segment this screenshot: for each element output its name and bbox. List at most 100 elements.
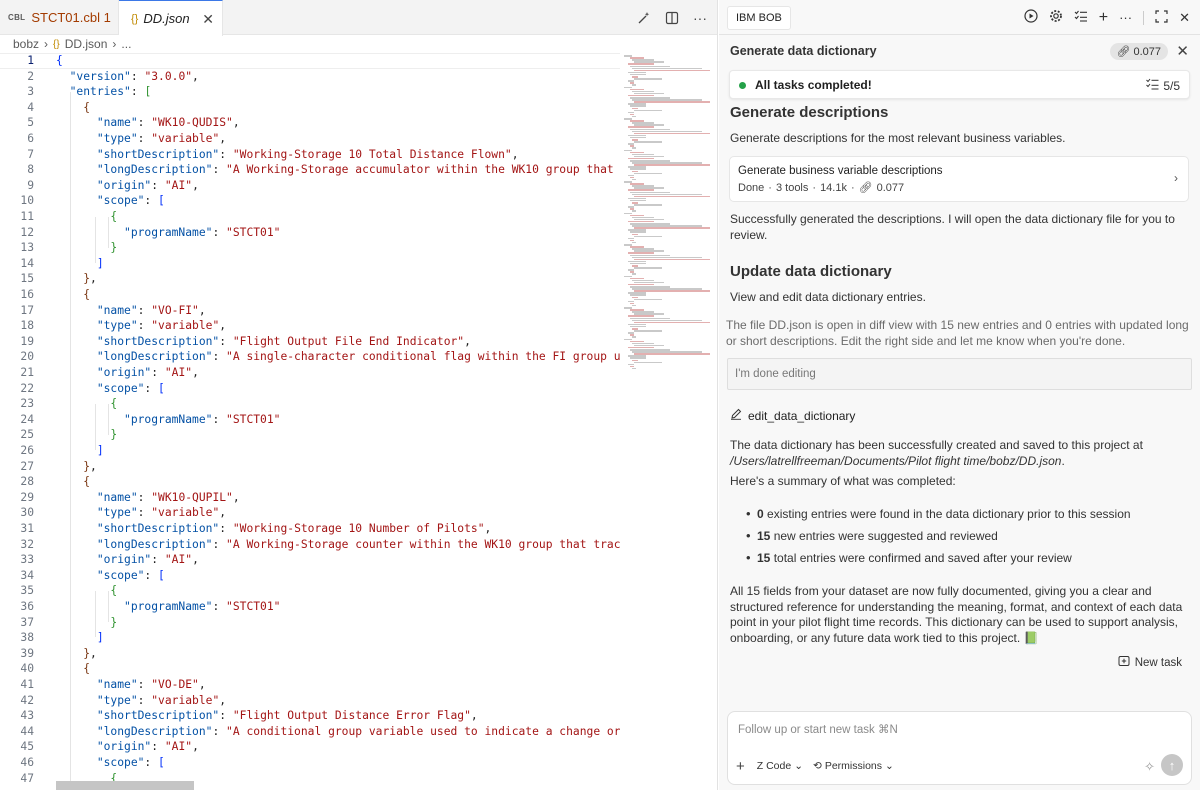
chat-composer[interactable]: Follow up or start new task ⌘N + Z Code … bbox=[727, 711, 1192, 785]
section-title-generate: Generate descriptions bbox=[730, 104, 889, 121]
minimap-line bbox=[634, 141, 662, 143]
close-icon[interactable]: ✕ bbox=[202, 11, 214, 28]
close-task-icon[interactable]: ✕ bbox=[1176, 42, 1189, 60]
code-line: 4 { bbox=[27, 100, 91, 114]
new-task-button[interactable]: New task bbox=[1118, 655, 1182, 670]
breadcrumb-folder[interactable]: bobz bbox=[13, 37, 39, 51]
code-line: 7 "shortDescription": "Working-Storage 1… bbox=[27, 147, 519, 161]
panel-header: IBM BOB + ··· ✕ bbox=[719, 0, 1200, 35]
task-title: Generate data dictionary bbox=[730, 44, 877, 58]
code-line: 36 "programName": "STCT01" bbox=[20, 600, 281, 613]
mode-selector[interactable]: Z Code ⌄ bbox=[757, 760, 803, 772]
code-line: 3 "entries": [ bbox=[27, 85, 152, 99]
code-line: 19 "shortDescription": "Flight Output Fi… bbox=[20, 334, 471, 348]
code-line: 15 }, bbox=[20, 272, 97, 286]
more-actions-icon[interactable]: ··· bbox=[692, 10, 708, 26]
add-context-icon[interactable]: + bbox=[736, 758, 745, 775]
chevron-right-icon: › bbox=[1174, 171, 1178, 185]
code-line: 10 "scope": [ bbox=[20, 194, 165, 208]
editor-pane: CBL STCT01.cbl 1 {} DD.json ✕ ··· bobz › bbox=[0, 0, 718, 790]
more-icon[interactable]: ··· bbox=[1119, 10, 1132, 25]
code-line: 38 ] bbox=[20, 631, 104, 645]
minimap-line bbox=[632, 147, 636, 149]
minimap-line bbox=[632, 367, 636, 370]
tool-run-meta: Done · 3 tools · 14.1k · 🔗︎ 0.077 bbox=[738, 181, 905, 195]
task-status-card[interactable]: All tasks completed! 5/5 bbox=[729, 70, 1190, 99]
code-line: 26 ] bbox=[20, 444, 104, 457]
gear-icon[interactable] bbox=[1049, 9, 1063, 26]
success-status-icon bbox=[739, 82, 746, 89]
horizontal-scrollbar[interactable] bbox=[56, 781, 194, 790]
minimap-line bbox=[632, 273, 636, 275]
close-icon[interactable]: ✕ bbox=[1179, 10, 1190, 26]
code-line: 25 } bbox=[20, 428, 118, 442]
separator bbox=[1143, 10, 1145, 25]
task-header: Generate data dictionary 🔗︎ 0.077 ✕ bbox=[719, 36, 1200, 68]
pencil-icon bbox=[730, 408, 742, 423]
sparkle-icon[interactable]: ✧ bbox=[1144, 759, 1155, 775]
code-line: 31 "shortDescription": "Working-Storage … bbox=[20, 522, 492, 535]
list-item: 15 new entries were suggested and review… bbox=[746, 528, 1186, 550]
panel-actions: + ··· ✕ bbox=[1024, 0, 1190, 35]
summary-list: 0 existing entries were found in the dat… bbox=[746, 506, 1186, 572]
permissions-selector[interactable]: ⟲ Permissions ⌄ bbox=[813, 760, 894, 772]
minimap-line bbox=[634, 235, 662, 238]
section-desc: View and edit data dictionary entries. bbox=[730, 290, 926, 304]
json-file-icon: {} bbox=[131, 12, 139, 25]
minimap-line bbox=[634, 78, 662, 80]
code-line: 2 "version": "3.0.0", bbox=[27, 69, 199, 83]
minimap-line bbox=[634, 361, 662, 364]
code-line: 29 "name": "WK10-QUPIL", bbox=[20, 490, 240, 504]
code-line: 1{ bbox=[27, 54, 63, 67]
code-line: 43 "shortDescription": "Flight Output Di… bbox=[20, 709, 478, 723]
minimap[interactable] bbox=[622, 53, 710, 373]
tool-run-title: Generate business variable descriptions bbox=[738, 165, 943, 177]
code-line: 17 "name": "VO-FI", bbox=[20, 303, 206, 317]
tab-stct01-cbl[interactable]: CBL STCT01.cbl 1 bbox=[0, 0, 119, 35]
code-line: 39 }, bbox=[20, 646, 97, 660]
composer-input[interactable]: Follow up or start new task ⌘N bbox=[738, 722, 898, 736]
minimap-line bbox=[632, 178, 636, 181]
json-file-icon: {} bbox=[53, 38, 60, 50]
code-line: 30 "type": "variable", bbox=[20, 506, 227, 520]
link-icon: 🔗︎ bbox=[1116, 46, 1131, 58]
section-title-update: Update data dictionary bbox=[730, 263, 892, 280]
code-line: 24 "programName": "STCT01" bbox=[20, 412, 281, 426]
breadcrumb: bobz › {} DD.json › ... bbox=[0, 35, 717, 53]
code-line: 20 "longDescription": "A single-characte… bbox=[20, 350, 620, 364]
status-text: All tasks completed! bbox=[755, 78, 872, 92]
expand-icon[interactable] bbox=[1155, 9, 1168, 26]
code-line: 28 { bbox=[20, 475, 91, 489]
code-line: 14 ] bbox=[20, 256, 104, 270]
code-line: 41 "name": "VO-DE", bbox=[20, 678, 206, 691]
code-line: 11 { bbox=[20, 210, 118, 223]
tool-run-card[interactable]: Generate business variable descriptions … bbox=[729, 156, 1189, 202]
breadcrumb-symbol[interactable]: ... bbox=[121, 37, 131, 51]
code-line: 23 { bbox=[20, 397, 118, 411]
breadcrumb-file[interactable]: DD.json bbox=[65, 37, 108, 51]
chevron-right-icon: › bbox=[44, 37, 49, 51]
composer-toolbar: + Z Code ⌄ ⟲ Permissions ⌄ bbox=[736, 757, 894, 775]
tool-call-row[interactable]: edit_data_dictionary bbox=[730, 408, 855, 423]
split-editor-icon[interactable] bbox=[664, 10, 680, 26]
minimap-line bbox=[632, 84, 636, 86]
tab-ibm-bob[interactable]: IBM BOB bbox=[727, 6, 791, 30]
done-editing-input[interactable]: I'm done editing bbox=[727, 358, 1192, 390]
magic-wand-icon[interactable] bbox=[636, 10, 652, 26]
tab-dd-json[interactable]: {} DD.json ✕ bbox=[119, 0, 223, 36]
chevron-down-icon: ⌄ bbox=[794, 760, 804, 772]
code-editor[interactable]: 1{ 2 "version": "3.0.0", 3 "entries": [ … bbox=[0, 53, 620, 790]
diff-info-text: The file DD.json is open in diff view wi… bbox=[726, 318, 1189, 348]
cobol-file-icon: CBL bbox=[8, 13, 26, 22]
app-window: CBL STCT01.cbl 1 {} DD.json ✕ ··· bobz › bbox=[0, 0, 1200, 790]
link-icon: 🔗︎ bbox=[858, 182, 873, 194]
code-line: 44 "longDescription": "A conditional gro… bbox=[20, 724, 620, 738]
code-line: 13 } bbox=[20, 241, 118, 255]
add-icon[interactable]: + bbox=[1099, 9, 1108, 27]
task-list-icon[interactable] bbox=[1074, 9, 1088, 26]
status-count: 5/5 bbox=[1146, 78, 1180, 93]
send-button[interactable]: ↑ bbox=[1161, 754, 1183, 776]
cost-badge: 🔗︎ 0.077 bbox=[1109, 43, 1168, 60]
code-line: 40 { bbox=[20, 662, 91, 676]
run-icon[interactable] bbox=[1024, 9, 1038, 26]
